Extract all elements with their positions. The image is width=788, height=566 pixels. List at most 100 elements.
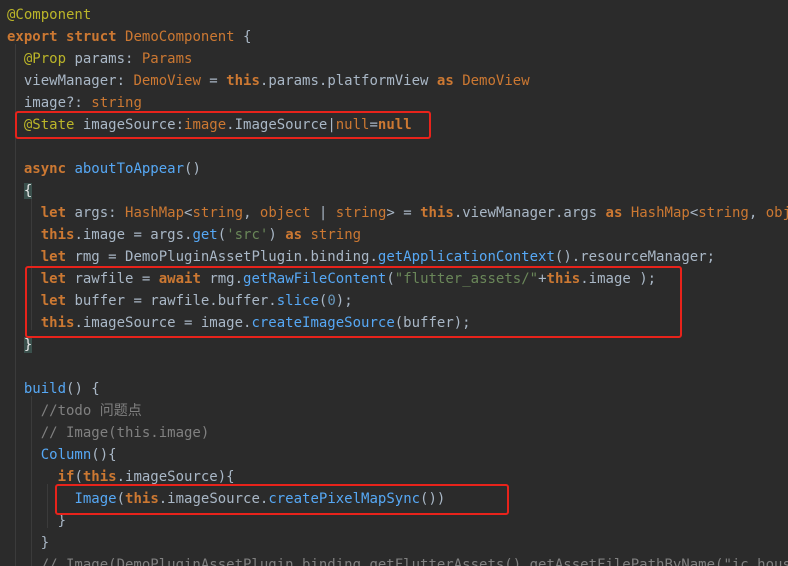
code-token: as	[605, 205, 623, 221]
code-token: rmg.	[200, 271, 244, 287]
code-token: +	[538, 271, 547, 287]
code-token: 0	[327, 293, 336, 309]
code-token: await	[158, 271, 201, 287]
code-token: }	[7, 535, 50, 551]
code-token: rmg = DemoPluginAssetPlugin.binding.	[66, 249, 378, 265]
code-line[interactable]: let rmg = DemoPluginAssetPlugin.binding.…	[7, 246, 715, 268]
code-line[interactable]: Image(this.imageSource.createPixelMapSyn…	[7, 488, 445, 510]
code-token: string	[91, 95, 142, 111]
code-token: let	[40, 205, 67, 221]
code-token: getRawFileContent	[243, 271, 387, 287]
code-token: image?:	[7, 95, 92, 111]
code-token: object	[259, 205, 311, 221]
code-line[interactable]: {	[7, 180, 33, 202]
code-line[interactable]: }	[7, 334, 33, 356]
code-token: let	[40, 293, 67, 309]
code-editor[interactable]: @Component export struct DemoComponent { …	[0, 0, 788, 566]
code-line[interactable]: }	[7, 532, 49, 554]
code-line[interactable]: export struct DemoComponent {	[7, 26, 251, 48]
code-token: as	[285, 227, 303, 243]
code-line[interactable]: let buffer = rawfile.buffer.slice(0);	[7, 290, 353, 312]
code-token: ())	[420, 491, 446, 507]
code-token: > =	[386, 205, 421, 221]
code-token: .viewManager.args	[453, 205, 606, 221]
code-token: aboutToAppear	[74, 161, 185, 177]
code-line[interactable]: // Image(DemoPluginAssetPlugin.binding.g…	[7, 554, 788, 566]
code-token: let	[40, 271, 67, 287]
code-token: struct	[66, 29, 117, 45]
code-line[interactable]: async aboutToAppear()	[7, 158, 201, 180]
code-token: }	[23, 337, 33, 353]
code-token: // Image(this.image)	[40, 425, 210, 441]
code-token: null	[377, 117, 412, 133]
code-token: string	[310, 227, 362, 243]
code-token: ()	[184, 161, 201, 177]
code-line[interactable]: @Component	[7, 4, 91, 26]
code-line[interactable]: Column(){	[7, 444, 117, 466]
code-token: 'src'	[226, 227, 269, 243]
code-token: this	[40, 315, 75, 331]
code-token: this	[40, 227, 75, 243]
code-token: createPixelMapSync	[268, 491, 421, 507]
code-token: =	[200, 73, 227, 89]
code-line[interactable]: image?: string	[7, 92, 142, 114]
code-token: this	[125, 491, 159, 507]
code-token: imageSource:	[74, 117, 185, 133]
code-token: .imageSource){	[116, 469, 235, 485]
code-token: .imageSource.	[158, 491, 269, 507]
code-token: DemoView	[133, 73, 201, 89]
code-line[interactable]: }	[7, 510, 66, 532]
code-line[interactable]: if(this.imageSource){	[7, 466, 235, 488]
code-line[interactable]: let rawfile = await rmg.getRawFileConten…	[7, 268, 656, 290]
code-token: (	[217, 227, 227, 243]
code-token: (	[386, 271, 395, 287]
code-token: string	[192, 205, 244, 221]
code-token: Column	[40, 447, 92, 463]
code-line[interactable]: @Prop params: Params	[7, 48, 193, 70]
code-token: ().resourceManager;	[554, 249, 716, 265]
code-token: =	[369, 117, 378, 133]
code-token: .image );	[580, 271, 657, 287]
code-token: ,	[748, 205, 766, 221]
code-token: @Prop	[23, 51, 67, 67]
code-token: (){	[91, 447, 117, 463]
code-token: createImageSource	[251, 315, 395, 331]
code-token: {	[23, 183, 33, 199]
code-token: "flutter_assets/"	[394, 271, 539, 287]
code-token: }	[7, 513, 67, 529]
code-token: // Image(DemoPluginAssetPlugin.binding.g…	[40, 557, 788, 566]
code-token: this	[420, 205, 454, 221]
code-line[interactable]: this.imageSource = image.createImageSour…	[7, 312, 471, 334]
code-token: );	[335, 293, 353, 309]
code-line[interactable]: viewManager: DemoView = this.params.plat…	[7, 70, 530, 92]
code-token: as	[436, 73, 454, 89]
code-line[interactable]: this.image = args.get('src') as string	[7, 224, 361, 246]
code-token: string	[698, 205, 749, 221]
code-token: ,	[243, 205, 260, 221]
code-line[interactable]: let args: HashMap<string, object | strin…	[7, 202, 788, 224]
code-token: .params.platformView	[259, 73, 437, 89]
code-line[interactable]: build() {	[7, 378, 100, 400]
code-token: HashMap	[630, 205, 690, 221]
code-line[interactable]: //todo 问题点	[7, 400, 142, 422]
code-token: getApplicationContext	[377, 249, 555, 265]
code-line[interactable]: // Image(this.image)	[7, 422, 210, 444]
code-token: |	[310, 205, 336, 221]
code-token: get	[192, 227, 218, 243]
code-line[interactable]: @State imageSource:image.ImageSource|nul…	[7, 114, 412, 136]
code-token: @State	[23, 117, 75, 133]
